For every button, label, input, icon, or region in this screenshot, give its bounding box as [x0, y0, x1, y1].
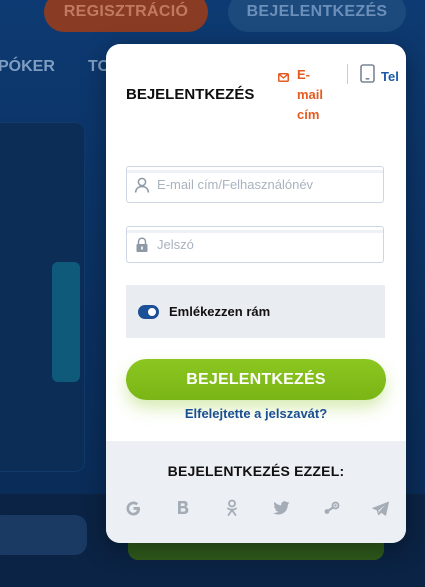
- login-button[interactable]: BEJELENTKEZÉS: [126, 359, 386, 400]
- steam-icon[interactable]: [322, 499, 340, 517]
- tab-email-label: E-mail cím: [297, 67, 324, 122]
- background-game-art: [52, 262, 80, 382]
- remember-me-row[interactable]: Emlékezzen rám: [126, 285, 385, 338]
- social-login-title: BEJELENTKEZÉS EZZEL:: [167, 463, 345, 479]
- email-field[interactable]: [126, 166, 384, 203]
- login-modal: BEJELENTKEZÉS E-mail cím Tel E-mail cím/…: [106, 44, 406, 543]
- user-icon: [127, 177, 157, 193]
- social-login-section: BEJELENTKEZÉS EZZEL:: [106, 441, 406, 543]
- tab-email[interactable]: E-mail cím: [278, 65, 329, 125]
- modal-title: BEJELENTKEZÉS: [126, 86, 255, 103]
- tab-phone[interactable]: Tel: [360, 64, 399, 88]
- phone-icon: [360, 64, 375, 88]
- google-icon[interactable]: [124, 499, 142, 517]
- remember-toggle[interactable]: [138, 304, 159, 319]
- twitter-icon[interactable]: [273, 499, 291, 517]
- password-field[interactable]: [126, 226, 384, 263]
- telegram-icon[interactable]: [372, 499, 390, 517]
- mail-icon: [278, 69, 289, 87]
- lock-icon: [127, 236, 157, 253]
- forgot-password-link[interactable]: Elfelejtette a jelszavát?: [106, 406, 406, 421]
- odnoklassniki-icon[interactable]: [223, 499, 241, 517]
- tab-divider: [347, 64, 348, 84]
- password-input[interactable]: [157, 237, 367, 252]
- social-icons-row: [124, 499, 390, 517]
- email-input[interactable]: [157, 177, 367, 192]
- background-input[interactable]: [0, 515, 87, 555]
- background-login-button[interactable]: BEJELENTKEZÉS: [228, 0, 406, 32]
- background-game-panel: [0, 122, 85, 472]
- toggle-knob: [148, 307, 156, 316]
- remember-label: Emlékezzen rám: [169, 304, 271, 319]
- tab-phone-label: Tel: [381, 68, 399, 84]
- background-register-button[interactable]: REGISZTRÁCIÓ: [44, 0, 208, 32]
- background-nav-item-poker[interactable]: PÓKER: [0, 58, 55, 76]
- vk-icon[interactable]: [174, 499, 192, 517]
